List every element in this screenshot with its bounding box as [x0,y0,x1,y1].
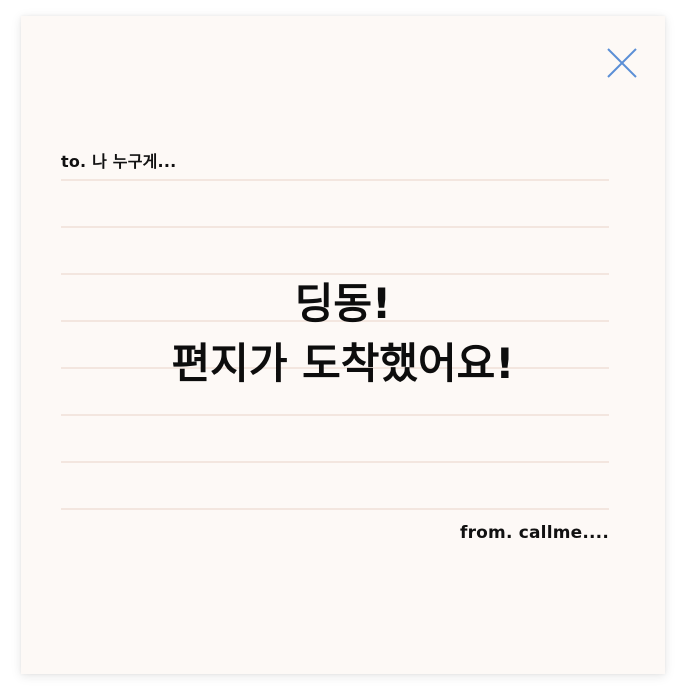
message-line-2: 편지가 도착했어요! [171,339,515,388]
letter-rule-line [61,461,609,463]
letter-rule-line [61,179,609,181]
letter-sender: from. callme.... [459,523,609,543]
message-line-1: 딩동! [294,279,392,328]
close-icon [607,48,637,78]
letter-rule-line [61,508,609,510]
letter-recipient: to. 나 누구게... [61,152,177,171]
letter-message: 딩동! 편지가 도착했어요! [21,274,665,394]
close-button[interactable] [605,46,639,80]
letter-rule-line [61,226,609,228]
letter-rule-line [61,414,609,416]
letter-card: to. 나 누구게... 딩동! 편지가 도착했어요! from. callme… [21,16,665,674]
